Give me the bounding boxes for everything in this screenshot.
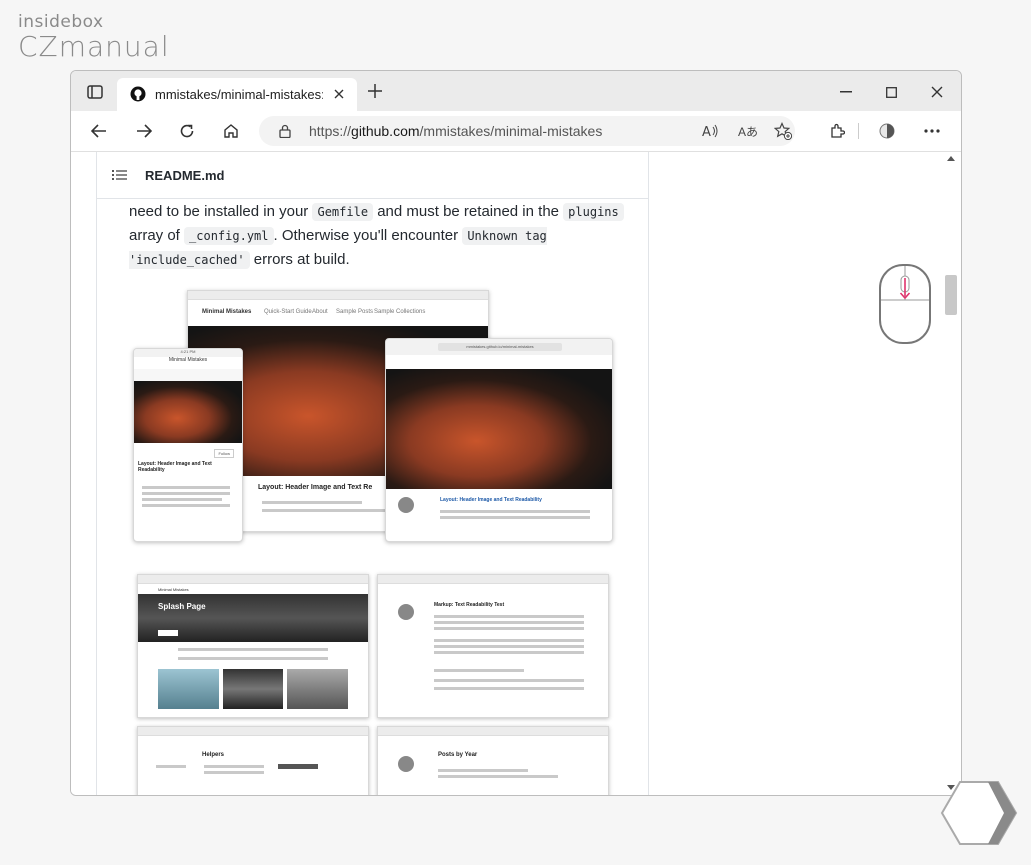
readme-text-5: errors at build. bbox=[249, 251, 350, 268]
more-icon[interactable] bbox=[922, 121, 942, 141]
browser-window: mmistakes/minimal-mistakes: Je bbox=[70, 70, 962, 796]
desktop-site-title: Minimal Mistakes bbox=[202, 309, 252, 315]
readme-image-grid[interactable]: Minimal Mistakes Splash Page Markup: Tex… bbox=[137, 574, 612, 795]
thumb-photo-2 bbox=[222, 669, 284, 709]
tab-github[interactable]: mmistakes/minimal-mistakes: Je bbox=[117, 78, 357, 111]
lock-icon[interactable] bbox=[277, 123, 293, 139]
readme-title: README.md bbox=[145, 168, 225, 183]
brand-line2: CZmanual bbox=[18, 30, 170, 63]
code-config: _config.yml bbox=[184, 227, 274, 245]
close-window-icon[interactable] bbox=[928, 83, 946, 101]
thumb-markup-title: Markup: Text Readability Test bbox=[434, 602, 505, 608]
readme-image-devices[interactable]: Minimal Mistakes Quick-Start Guide About… bbox=[133, 290, 613, 545]
desktop-nav-2: About bbox=[312, 309, 328, 315]
url-prefix: https:// bbox=[309, 123, 352, 139]
tablet-url: mmistakes.github.io/minimal-mistakes bbox=[438, 343, 562, 351]
github-icon bbox=[129, 85, 147, 103]
code-plugins: plugins bbox=[563, 203, 624, 221]
scrollbar-thumb[interactable] bbox=[945, 275, 957, 315]
url-text: https://github.com/mmistakes/minimal-mis… bbox=[309, 123, 602, 139]
readme-paragraph: need to be installed in your Gemfile and… bbox=[129, 200, 629, 272]
desktop-post-title: Layout: Header Image and Text Re bbox=[258, 484, 373, 491]
thumb-helpers-page: Helpers bbox=[137, 726, 369, 795]
readme-text-2: and must be retained in the bbox=[373, 203, 564, 220]
thumb-posts-title: Posts by Year bbox=[438, 752, 478, 758]
thumb-helpers-title: Helpers bbox=[202, 752, 225, 758]
scroll-mouse-icon bbox=[879, 264, 931, 344]
desktop-nav-3: Sample Posts bbox=[336, 309, 374, 315]
phone-post-title: Layout: Header Image and Text Readabilit… bbox=[138, 461, 212, 473]
home-icon[interactable] bbox=[221, 121, 241, 141]
code-gemfile: Gemfile bbox=[312, 203, 374, 221]
phone-site-title: Minimal Mistakes bbox=[168, 357, 208, 363]
phone-hero-image bbox=[134, 381, 242, 443]
close-tab-icon[interactable] bbox=[331, 86, 347, 102]
thumb-splash-page: Minimal Mistakes Splash Page bbox=[137, 574, 369, 718]
thumb-splash-title: Splash Page bbox=[158, 602, 206, 611]
scroll-up-icon[interactable] bbox=[947, 154, 955, 162]
maximize-icon[interactable] bbox=[882, 83, 900, 101]
toolbar-divider bbox=[858, 123, 859, 139]
readme-panel: README.md need to be installed in your G… bbox=[96, 152, 649, 795]
forward-icon[interactable] bbox=[134, 121, 154, 141]
toolbar: https://github.com/mmistakes/minimal-mis… bbox=[71, 111, 961, 152]
thumb-photo-3 bbox=[287, 669, 349, 709]
desktop-nav-4: Sample Collections bbox=[374, 309, 426, 315]
translate-icon[interactable]: Aあ bbox=[737, 122, 759, 140]
phone-time: 4:21 PM bbox=[134, 349, 242, 357]
back-icon[interactable] bbox=[89, 121, 109, 141]
translate-label: Aあ bbox=[737, 124, 758, 139]
favorite-add-icon[interactable] bbox=[773, 122, 793, 140]
thumb-photo-1 bbox=[158, 669, 219, 709]
refresh-icon[interactable] bbox=[177, 121, 197, 141]
new-tab-icon[interactable] bbox=[366, 82, 384, 100]
corner-hex-logo bbox=[940, 778, 1018, 848]
profile-icon[interactable] bbox=[877, 121, 897, 141]
thumb-splash-site-title: Minimal Mistakes bbox=[158, 587, 189, 592]
thumb-posts-page: Posts by Year bbox=[377, 726, 609, 795]
desktop-nav-1: Quick-Start Guide bbox=[264, 309, 312, 315]
thumb-markup-avatar bbox=[398, 604, 414, 620]
thumb-markup-page: Markup: Text Readability Test bbox=[377, 574, 609, 718]
readme-text-4: . Otherwise you'll encounter bbox=[273, 227, 463, 244]
readme-text-3: array of bbox=[129, 227, 185, 244]
brand-line1: insidebox bbox=[18, 12, 104, 32]
thumb-posts-avatar bbox=[398, 756, 414, 772]
tab-bar: mmistakes/minimal-mistakes: Je bbox=[71, 71, 961, 111]
url-path: /mmistakes/minimal-mistakes bbox=[419, 123, 603, 139]
outline-list-icon[interactable] bbox=[111, 166, 129, 184]
tab-actions-icon[interactable] bbox=[85, 83, 105, 101]
svg-text:A: A bbox=[702, 125, 711, 138]
page-scrollbar[interactable] bbox=[943, 152, 959, 795]
tablet-post-title: Layout: Header Image and Text Readabilit… bbox=[440, 497, 542, 503]
tablet-hero-image bbox=[386, 369, 612, 489]
page-content: README.md need to be installed in your G… bbox=[71, 152, 961, 795]
address-bar[interactable]: https://github.com/mmistakes/minimal-mis… bbox=[259, 116, 795, 146]
extensions-icon[interactable] bbox=[827, 121, 847, 141]
phone-follow-button: Follow bbox=[214, 449, 234, 458]
tablet-avatar bbox=[398, 497, 414, 513]
readme-header: README.md bbox=[97, 152, 648, 199]
phone-mockup: 4:21 PM Minimal Mistakes Follow Layout: … bbox=[133, 348, 243, 542]
url-host: github.com bbox=[351, 123, 420, 139]
brand-logo: insidebox CZmanual bbox=[18, 12, 170, 63]
tablet-mockup: mmistakes.github.io/minimal-mistakes Lay… bbox=[385, 338, 613, 542]
minimize-icon[interactable] bbox=[837, 83, 855, 101]
tab-title: mmistakes/minimal-mistakes: Je bbox=[155, 87, 323, 102]
readme-text-1: need to be installed in your bbox=[129, 203, 313, 220]
read-aloud-icon[interactable]: A bbox=[701, 123, 721, 139]
